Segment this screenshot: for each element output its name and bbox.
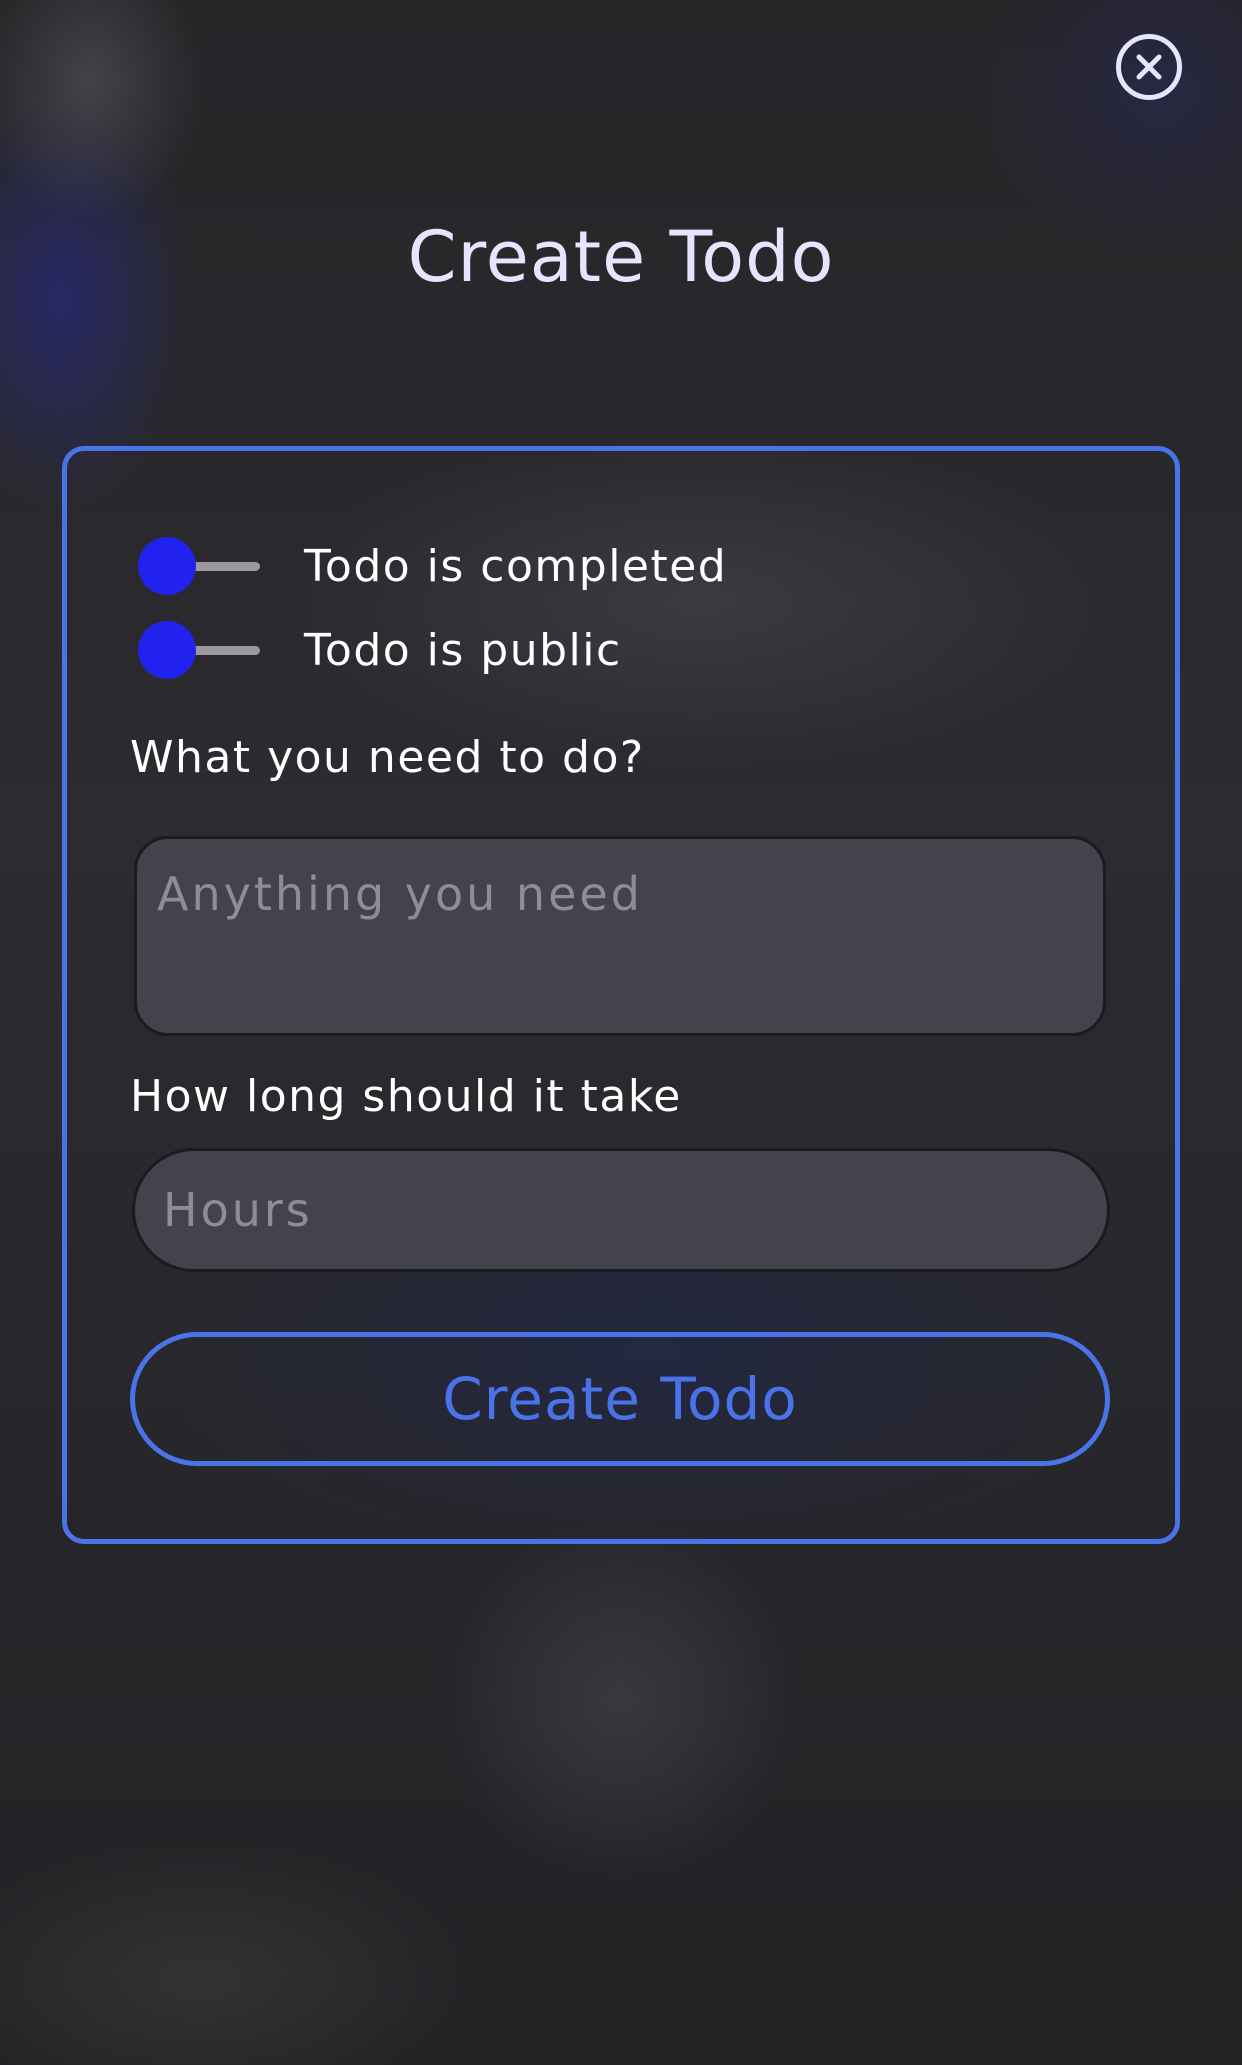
create-todo-button[interactable]: Create Todo bbox=[130, 1332, 1110, 1466]
completed-toggle-label: Todo is completed bbox=[304, 540, 728, 592]
hours-input[interactable] bbox=[132, 1148, 1110, 1272]
toggle-knob bbox=[138, 621, 196, 679]
toggle-knob bbox=[138, 537, 196, 595]
description-label: What you need to do? bbox=[130, 732, 645, 783]
page-title: Create Todo bbox=[407, 216, 835, 298]
completed-toggle-row: Todo is completed bbox=[138, 531, 727, 601]
public-toggle-row: Todo is public bbox=[138, 615, 622, 685]
close-button[interactable] bbox=[1116, 34, 1182, 100]
public-toggle-label: Todo is public bbox=[304, 624, 622, 676]
close-icon bbox=[1136, 54, 1162, 80]
public-toggle[interactable] bbox=[138, 620, 262, 680]
description-input[interactable] bbox=[134, 836, 1106, 1036]
completed-toggle[interactable] bbox=[138, 536, 262, 596]
duration-label: How long should it take bbox=[130, 1071, 682, 1122]
